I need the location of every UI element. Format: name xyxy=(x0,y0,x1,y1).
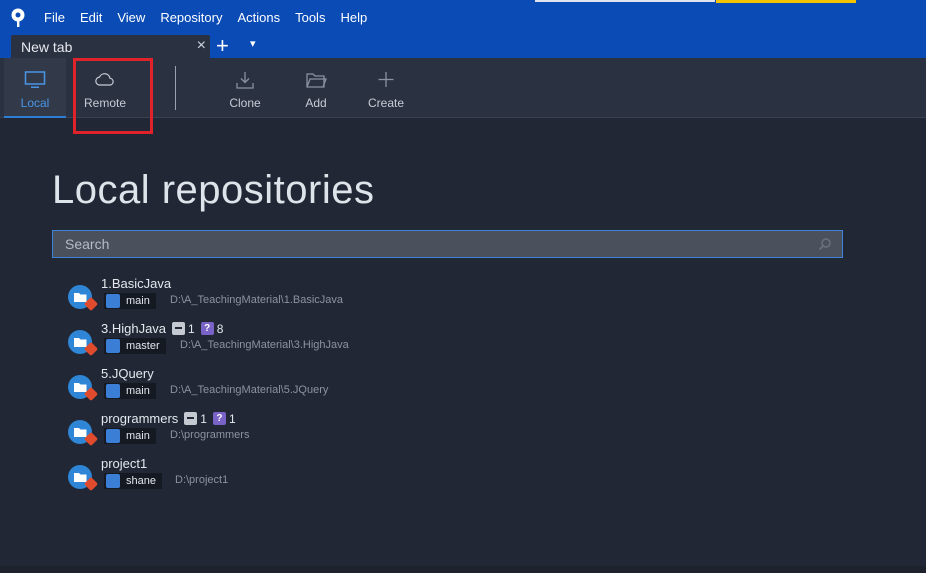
repo-name: 1.BasicJava xyxy=(101,276,171,291)
removed-files-icon xyxy=(184,412,198,426)
search-field[interactable] xyxy=(52,230,843,258)
branch-icon xyxy=(106,474,120,488)
branch-icon xyxy=(106,339,120,353)
repo-item[interactable]: 5.JQuery main D:\A_TeachingMaterial\5.JQ… xyxy=(68,366,468,406)
create-label: Create xyxy=(367,96,405,110)
close-icon[interactable]: × xyxy=(197,37,206,55)
monitor-icon xyxy=(24,71,46,88)
repo-item[interactable]: project1 shane D:\project1 xyxy=(68,456,468,496)
clone-label: Clone xyxy=(229,96,261,110)
repo-name: 5.JQuery xyxy=(101,366,154,381)
clone-button[interactable]: Clone xyxy=(214,58,276,118)
menu-view[interactable]: View xyxy=(117,10,145,25)
repo-path: D:\programmers xyxy=(170,429,250,441)
page-title: Local repositories xyxy=(52,168,375,212)
sourcetree-logo-icon[interactable] xyxy=(10,8,26,28)
branch-badge: master xyxy=(104,338,166,354)
menu-edit[interactable]: Edit xyxy=(80,10,102,25)
menu-file[interactable]: File xyxy=(44,10,65,25)
repo-name-text: programmers xyxy=(101,411,179,426)
search-input[interactable] xyxy=(53,231,842,257)
bottom-edge xyxy=(0,566,926,573)
branch-icon xyxy=(106,384,120,398)
repository-icon xyxy=(68,375,98,401)
repo-name: project1 xyxy=(101,456,147,471)
annotation-highlight-box xyxy=(73,58,153,134)
repo-name-text: 5.JQuery xyxy=(101,366,154,381)
local-label: Local xyxy=(20,96,50,110)
menu-tools[interactable]: Tools xyxy=(295,10,325,25)
window-strip xyxy=(535,0,715,2)
menu-help[interactable]: Help xyxy=(340,10,367,25)
download-icon xyxy=(236,72,254,89)
repo-path: D:\A_TeachingMaterial\5.JQuery xyxy=(170,384,329,396)
branch-icon xyxy=(106,294,120,308)
repo-path: D:\project1 xyxy=(175,474,229,486)
branch-name: main xyxy=(126,385,150,397)
add-tab-button[interactable]: + xyxy=(216,34,229,58)
tab-label: New tab xyxy=(21,39,73,55)
add-button[interactable]: Add xyxy=(285,58,347,118)
repo-name: programmers 1? 1 xyxy=(101,411,236,426)
branch-name: master xyxy=(126,340,160,352)
branch-badge: main xyxy=(104,428,156,444)
menu-actions[interactable]: Actions xyxy=(237,10,280,25)
create-button[interactable]: Create xyxy=(355,58,417,118)
menu-bar: File Edit View Repository Actions Tools … xyxy=(44,10,382,25)
folder-open-icon xyxy=(306,73,327,88)
branch-name: shane xyxy=(126,475,156,487)
chevron-down-icon[interactable]: ▾ xyxy=(250,37,256,50)
repo-item[interactable]: 1.BasicJava main D:\A_TeachingMaterial\1… xyxy=(68,276,468,316)
branch-badge: shane xyxy=(104,473,162,489)
repo-name-text: 1.BasicJava xyxy=(101,276,172,291)
repo-item[interactable]: programmers 1? 1 main D:\programmers xyxy=(68,411,468,451)
repository-icon xyxy=(68,420,98,446)
branch-name: main xyxy=(126,295,150,307)
removed-count: 1 xyxy=(200,412,207,426)
untracked-count: 1 xyxy=(228,412,236,426)
title-bar: File Edit View Repository Actions Tools … xyxy=(0,0,926,34)
repo-item[interactable]: 3.HighJava 1? 8 master D:\A_TeachingMateri… xyxy=(68,321,468,361)
removed-count: 1 xyxy=(188,322,195,336)
tab-new-tab[interactable]: New tab × xyxy=(11,35,210,58)
untracked-files-icon: ? xyxy=(200,322,214,336)
repo-path: D:\A_TeachingMaterial\1.BasicJava xyxy=(170,294,344,306)
repo-name-text: project1 xyxy=(101,456,148,471)
repo-path: D:\A_TeachingMaterial\3.HighJava xyxy=(180,339,349,351)
untracked-files-icon: ? xyxy=(212,412,226,426)
branch-badge: main xyxy=(104,383,156,399)
local-button[interactable]: Local xyxy=(4,58,66,118)
repository-icon xyxy=(68,285,98,311)
search-icon[interactable] xyxy=(818,237,832,251)
untracked-count: 8 xyxy=(216,322,224,336)
window-strip-accent xyxy=(716,0,856,3)
repository-icon xyxy=(68,465,98,491)
removed-files-icon xyxy=(172,322,186,336)
repo-name-text: 3.HighJava xyxy=(101,321,167,336)
repository-icon xyxy=(68,330,98,356)
tab-bar: New tab × + ▾ xyxy=(0,34,926,58)
branch-badge: main xyxy=(104,293,156,309)
menu-repository[interactable]: Repository xyxy=(160,10,222,25)
add-label: Add xyxy=(305,96,327,110)
branch-icon xyxy=(106,429,120,443)
toolbar-divider xyxy=(175,66,176,110)
repo-name: 3.HighJava 1? 8 xyxy=(101,321,223,336)
branch-name: main xyxy=(126,430,150,442)
plus-icon xyxy=(378,72,394,87)
